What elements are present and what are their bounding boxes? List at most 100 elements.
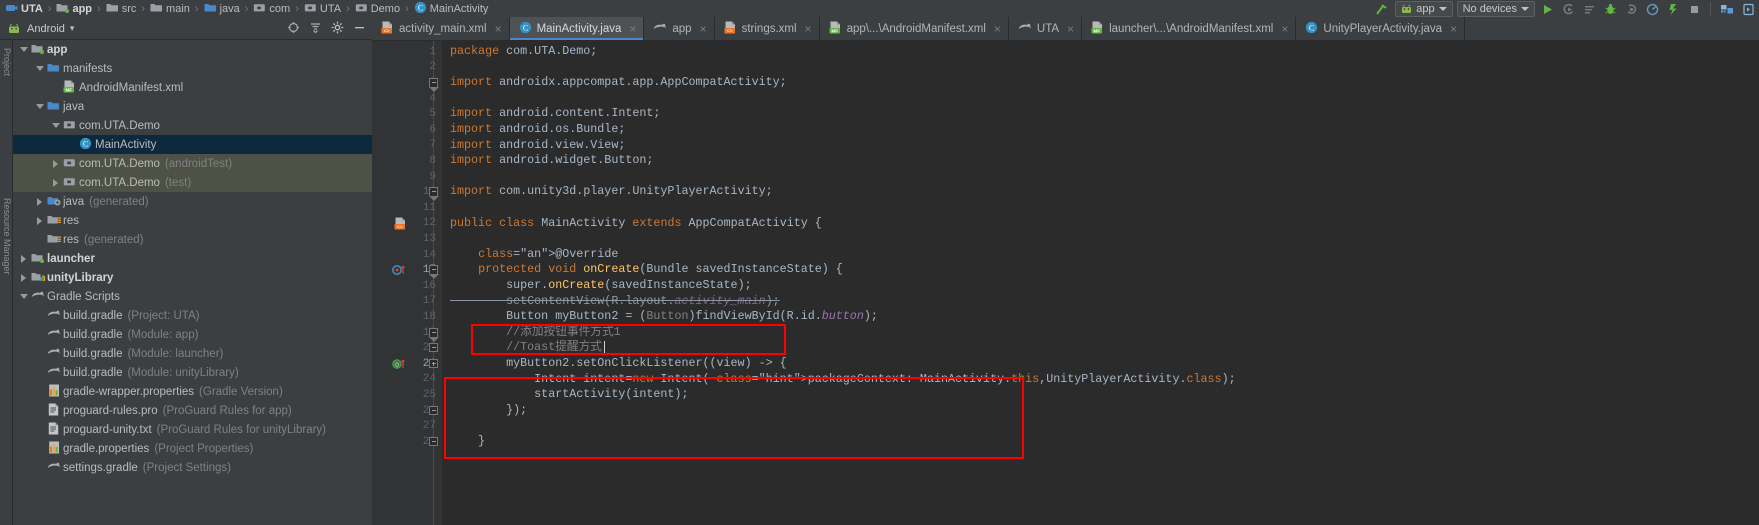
tree-item-java[interactable]: java <box>13 97 372 116</box>
code-line-14[interactable]: class="an">@Override <box>450 247 618 263</box>
code-line-18[interactable]: Button myButton2 = (Button)findViewById(… <box>450 309 878 325</box>
avd-manager-icon[interactable] <box>1740 1 1757 17</box>
breadcrumb-item-src[interactable]: src <box>105 0 138 18</box>
tree-item-gradle-wrapper-properties[interactable]: gradle-wrapper.properties (Gradle Version… <box>13 382 372 401</box>
close-icon[interactable]: × <box>629 23 636 35</box>
code-line-3[interactable]: import androidx.appcompat.app.AppCompatA… <box>450 75 787 91</box>
close-icon[interactable]: × <box>1281 23 1288 35</box>
breadcrumb-item-mainactivity[interactable]: C MainActivity <box>413 0 490 18</box>
code-line-20[interactable]: //Toast提醒方式 <box>450 340 602 356</box>
code-line-26[interactable]: }); <box>450 403 527 419</box>
profiler-icon[interactable] <box>1644 1 1661 17</box>
tree-item-com-uta-demo[interactable]: com.UTA.Demo <box>13 116 372 135</box>
tree-item-res[interactable]: res <box>13 211 372 230</box>
stop-button[interactable] <box>1686 1 1703 17</box>
chevron-right-icon[interactable] <box>33 197 46 206</box>
editor-tab-uta[interactable]: UTA × <box>1008 17 1083 40</box>
breadcrumb-item-java[interactable]: java <box>203 0 241 18</box>
code-line-24[interactable]: Intent intent=new Intent( class="hint">p… <box>450 372 1235 388</box>
editor-tab-mainactivity-java[interactable]: C MainActivity.java × <box>509 17 645 40</box>
editor-tab-bar[interactable]: <> activity_main.xml × C MainActivity.java × a… <box>372 17 1759 41</box>
overriding-method-icon[interactable] <box>392 263 410 281</box>
tree-item-gradle-properties[interactable]: gradle.properties (Project Properties) <box>13 439 372 458</box>
code-line-1[interactable]: package com.UTA.Demo; <box>450 44 597 60</box>
collapse-all-icon[interactable] <box>309 21 322 37</box>
code-line-8[interactable]: import android.widget.Button; <box>450 153 653 169</box>
close-icon[interactable]: × <box>805 23 812 35</box>
fold-region-start-icon[interactable] <box>429 78 439 93</box>
run-with-coverage-icon[interactable] <box>1581 1 1598 17</box>
fold-region-start-icon[interactable] <box>429 187 439 202</box>
breadcrumb-item-uta[interactable]: UTA <box>4 0 44 18</box>
code-line-28[interactable]: } <box>450 434 485 450</box>
tree-item-gradle-scripts[interactable]: Gradle Scripts <box>13 287 372 306</box>
tree-item-unitylibrary[interactable]: unityLibrary <box>13 268 372 287</box>
tree-item-build-gradle[interactable]: build.gradle (Module: launcher) <box>13 344 372 363</box>
fold-collapse-icon[interactable] <box>429 437 438 446</box>
tree-item-build-gradle[interactable]: build.gradle (Project: UTA) <box>13 306 372 325</box>
attach-debugger-icon[interactable] <box>1623 1 1640 17</box>
tree-item-proguard-rules-pro[interactable]: proguard-rules.pro (ProGuard Rules for ap… <box>13 401 372 420</box>
code-line-5[interactable]: import android.content.Intent; <box>450 106 660 122</box>
code-line-10[interactable]: import com.unity3d.player.UnityPlayerAct… <box>450 184 773 200</box>
hide-panel-icon[interactable] <box>353 21 366 37</box>
tree-item-proguard-unity-txt[interactable]: proguard-unity.txt (ProGuard Rules for un… <box>13 420 372 439</box>
code-editor[interactable]: 1234567891011121314151617181920212425262… <box>372 41 1759 525</box>
breadcrumb-item-demo[interactable]: Demo <box>354 0 401 18</box>
debug-bug-icon[interactable] <box>1602 1 1619 17</box>
tree-item-com-uta-demo[interactable]: com.UTA.Demo (androidTest) <box>13 154 372 173</box>
chevron-right-icon[interactable] <box>33 216 46 225</box>
code-line-12[interactable]: public class MainActivity extends AppCom… <box>450 216 822 232</box>
code-line-17[interactable]: setContentView(R.layout.activity_main); <box>450 294 780 310</box>
sidebar-strip-project[interactable]: Project <box>2 48 12 76</box>
code-line-7[interactable]: import android.view.View; <box>450 138 625 154</box>
build-hammer-icon[interactable] <box>1372 1 1391 17</box>
chevron-down-icon[interactable] <box>49 123 62 128</box>
editor-tab-activity-main-xml[interactable]: <> activity_main.xml × <box>372 17 510 40</box>
run-button[interactable] <box>1539 1 1556 17</box>
chevron-right-icon[interactable] <box>49 159 62 168</box>
tree-item-java[interactable]: java (generated) <box>13 192 372 211</box>
editor-tab-launcher-androidmanifest-xml[interactable]: MF launcher\...\AndroidManifest.xml × <box>1082 17 1297 40</box>
lambda-usage-icon[interactable]: 0 <box>392 357 410 375</box>
code-line-25[interactable]: startActivity(intent); <box>450 387 688 403</box>
tree-item-settings-gradle[interactable]: settings.gradle (Project Settings) <box>13 458 372 477</box>
apply-changes-icon[interactable] <box>1560 1 1577 17</box>
editor-gutter[interactable]: 1234567891011121314151617181920212425262… <box>372 41 442 525</box>
breadcrumb-item-app[interactable]: app <box>55 0 93 18</box>
fold-region-start-icon[interactable] <box>429 265 439 280</box>
sdk-manager-icon[interactable] <box>1718 1 1736 17</box>
fold-region-start-icon[interactable] <box>429 327 439 342</box>
chevron-down-icon[interactable] <box>17 47 30 52</box>
editor-tab-unityplayeractivity-java[interactable]: C UnityPlayerActivity.java × <box>1296 17 1466 40</box>
sidebar-strip-resource-manager[interactable]: Resource Manager <box>2 198 12 275</box>
settings-gear-icon[interactable] <box>331 21 344 37</box>
code-text-area[interactable]: package com.UTA.Demo; import androidx.app… <box>442 41 1759 525</box>
chevron-right-icon[interactable] <box>17 273 30 282</box>
editor-tab-strings-xml[interactable]: <> strings.xml × <box>714 17 820 40</box>
tree-item-res[interactable]: res (generated) <box>13 230 372 249</box>
code-line-19[interactable]: //添加按钮事件方式1 <box>450 325 621 341</box>
run-configuration-selector[interactable]: app <box>1395 1 1453 17</box>
editor-tab-app-androidmanifest-xml[interactable]: MF app\...\AndroidManifest.xml × <box>819 17 1009 40</box>
chevron-down-icon[interactable] <box>17 294 30 299</box>
code-line-15[interactable]: protected void onCreate(Bundle savedInst… <box>450 262 843 278</box>
select-opened-file-icon[interactable] <box>287 21 300 37</box>
tree-item-launcher[interactable]: launcher <box>13 249 372 268</box>
fold-collapse-icon[interactable] <box>429 405 438 415</box>
chevron-down-icon[interactable]: ▾ <box>70 23 75 34</box>
tree-item-build-gradle[interactable]: build.gradle (Module: unityLibrary) <box>13 363 372 382</box>
fold-expand-icon[interactable] <box>429 359 438 368</box>
tree-item-build-gradle[interactable]: build.gradle (Module: app) <box>13 325 372 344</box>
close-icon[interactable]: × <box>1067 23 1074 35</box>
tree-item-androidmanifest-xml[interactable]: MF AndroidManifest.xml <box>13 78 372 97</box>
fold-collapse-icon[interactable] <box>429 343 438 353</box>
close-icon[interactable]: × <box>994 23 1001 35</box>
chevron-right-icon[interactable] <box>49 178 62 187</box>
breadcrumb-item-com[interactable]: com <box>252 0 291 18</box>
related-layout-file-icon[interactable]: <> <box>394 217 407 235</box>
tree-item-mainactivity[interactable]: C MainActivity <box>13 135 372 154</box>
breadcrumb-item-main[interactable]: main <box>149 0 191 18</box>
tree-item-com-uta-demo[interactable]: com.UTA.Demo (test) <box>13 173 372 192</box>
code-line-16[interactable]: super.onCreate(savedInstanceState); <box>450 278 752 294</box>
